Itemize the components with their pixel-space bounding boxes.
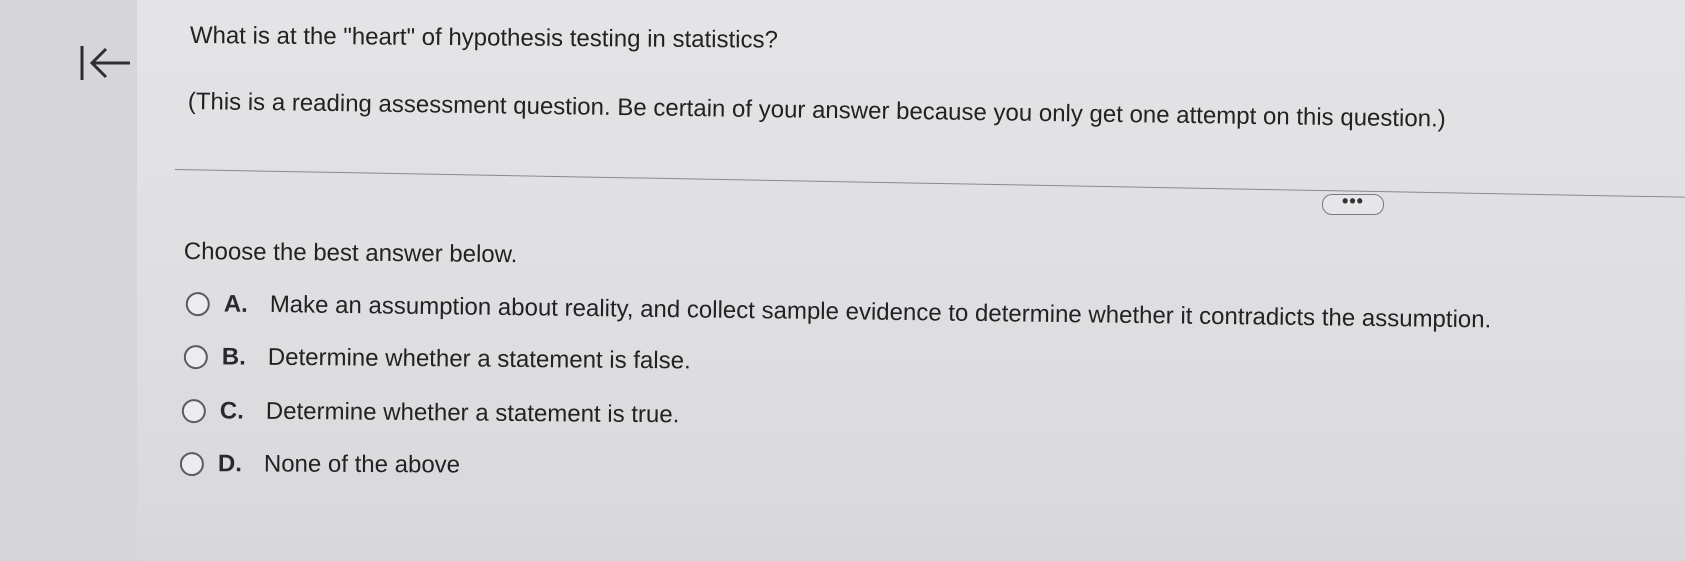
- option-letter: C.: [219, 397, 244, 425]
- answer-option-b[interactable]: B. Determine whether a statement is fals…: [183, 340, 691, 378]
- option-text[interactable]: Determine whether a statement is true.: [266, 398, 680, 430]
- radio-icon[interactable]: [181, 398, 206, 424]
- answer-option-c[interactable]: C. Determine whether a statement is true…: [181, 394, 680, 432]
- back-arrow-icon: [80, 46, 130, 80]
- option-text[interactable]: None of the above: [264, 450, 460, 479]
- question-text: What is at the "heart" of hypothesis tes…: [189, 22, 778, 54]
- option-letter: A.: [223, 290, 248, 318]
- answer-option-d[interactable]: D. None of the above: [179, 447, 460, 482]
- option-letter: D.: [217, 450, 242, 478]
- option-text[interactable]: Determine whether a statement is false.: [268, 344, 691, 376]
- expand-button[interactable]: •••: [1322, 192, 1384, 215]
- left-pane: [0, 0, 138, 561]
- radio-icon[interactable]: [179, 451, 204, 477]
- answer-prompt: Choose the best answer below.: [183, 238, 518, 269]
- radio-icon[interactable]: [183, 344, 208, 370]
- option-letter: B.: [221, 343, 246, 371]
- radio-icon[interactable]: [185, 291, 210, 317]
- back-to-start-button[interactable]: [70, 40, 140, 90]
